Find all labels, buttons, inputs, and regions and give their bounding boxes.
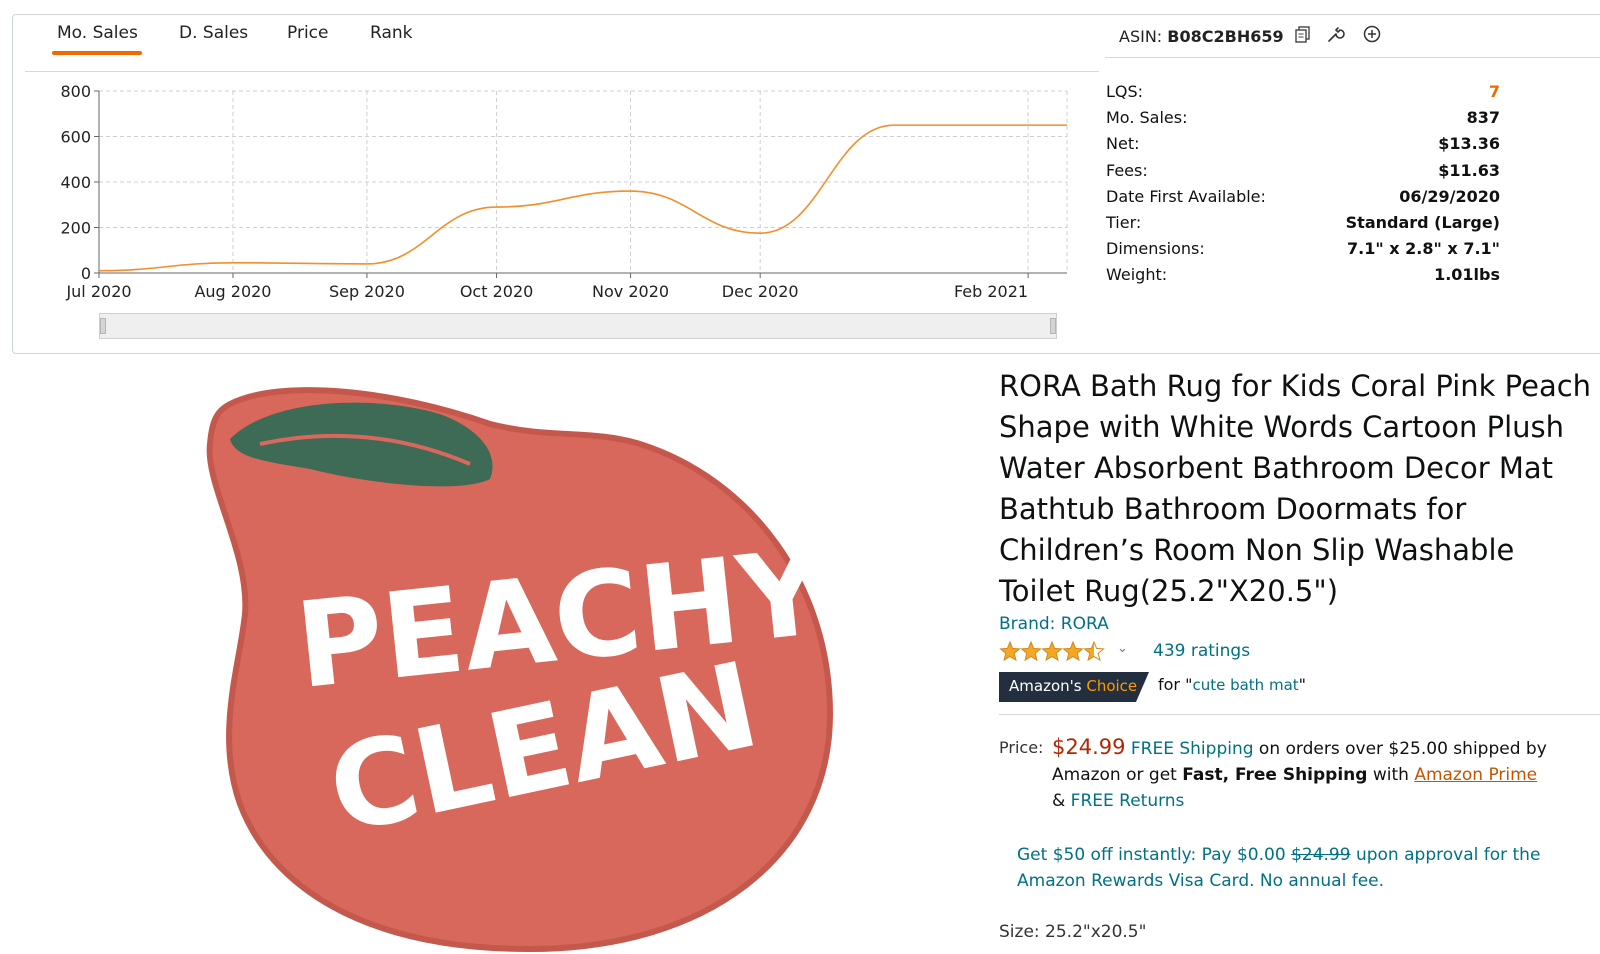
stat-label: Tier: — [1106, 212, 1142, 232]
stat-value: 7 — [1488, 82, 1500, 101]
chart-tabs: Mo. Sales D. Sales Price Rank — [25, 15, 1099, 72]
range-handle-right[interactable] — [1050, 318, 1056, 334]
x-tick-label: Oct 2020 — [460, 282, 533, 301]
x-tick-label: Jul 2020 — [65, 282, 131, 301]
stat-row-dimensions: Dimensions: 7.1" x 2.8" x 7.1" — [1106, 239, 1500, 265]
stat-value: $11.63 — [1438, 160, 1500, 180]
stat-label: Date First Available: — [1106, 186, 1266, 206]
badge-text-choice: Choice — [1086, 677, 1138, 695]
stat-value: Standard (Large) — [1345, 212, 1500, 232]
asin-label: ASIN: — [1119, 27, 1163, 46]
stat-row-mo-sales: Mo. Sales: 837 — [1106, 108, 1500, 134]
active-tab-indicator — [52, 51, 142, 55]
x-tick-label: Nov 2020 — [592, 282, 669, 301]
amazons-choice-badge: Amazon's Choice — [1009, 677, 1137, 695]
x-tick-label: Feb 2021 — [954, 282, 1028, 301]
y-tick-label: 800 — [60, 85, 91, 101]
size-line: Size: 25.2"x20.5" — [999, 922, 1147, 942]
stat-row-net: Net: $13.36 — [1106, 134, 1500, 160]
range-handle-left[interactable] — [100, 318, 106, 334]
sales-series-line — [98, 124, 1067, 272]
stat-label: Fees: — [1106, 160, 1148, 180]
add-circle-icon[interactable] — [1361, 23, 1383, 45]
y-tick-label: 0 — [81, 264, 91, 283]
credit-card-offer[interactable]: Get $50 off instantly: Pay $0.00 $24.99 … — [1017, 842, 1577, 894]
wrench-icon[interactable] — [1324, 23, 1346, 45]
stat-label: Weight: — [1106, 265, 1168, 285]
stat-value: 837 — [1466, 108, 1500, 128]
amazon-prime-link[interactable]: Amazon Prime — [1414, 765, 1537, 785]
stat-value: 7.1" x 2.8" x 7.1" — [1347, 239, 1500, 259]
shipping-with-text: with — [1367, 765, 1415, 785]
choice-for-text: for "cute bath mat" — [1158, 675, 1306, 694]
stat-row-fees: Fees: $11.63 — [1106, 161, 1500, 187]
choice-keyword-link[interactable]: cute bath mat — [1192, 676, 1298, 694]
chevron-down-icon[interactable]: ⌄ — [1117, 641, 1128, 656]
y-tick-label: 200 — [60, 219, 91, 238]
stat-label: Dimensions: — [1106, 239, 1205, 259]
offer-strikethrough-price: $24.99 — [1291, 845, 1351, 865]
asin-text: ASIN: B08C2BH659 — [1119, 27, 1284, 46]
badge-text-amazons: Amazon's — [1009, 677, 1082, 695]
stat-value: 1.01lbs — [1434, 265, 1500, 285]
ratings-count-link[interactable]: 439 ratings — [1153, 641, 1250, 661]
stat-label: Net: — [1106, 134, 1140, 154]
choice-for-suffix: " — [1298, 675, 1306, 694]
x-tick-label: Sep 2020 — [329, 282, 405, 301]
y-tick-label: 600 — [60, 128, 91, 147]
fast-free-shipping-text: Fast, Free Shipping — [1182, 765, 1368, 785]
stat-row-date-first-available: Date First Available: 06/29/2020 — [1106, 187, 1500, 213]
free-shipping-link[interactable]: FREE Shipping — [1131, 739, 1254, 759]
offer-text-pre: Get $50 off instantly: Pay $0.00 — [1017, 845, 1292, 865]
asin-value: B08C2BH659 — [1167, 27, 1284, 46]
choice-for-prefix: for " — [1158, 675, 1193, 694]
asin-bar: ASIN: B08C2BH659 — [1105, 15, 1600, 58]
sales-chart-svg: 0 200 400 600 800 Jul 2020 Aug 2020 Sep 2020 Oct… — [60, 82, 1068, 301]
sales-chart: 0 200 400 600 800 Jul 2020 Aug 2020 Sep 2020 Oct… — [27, 82, 1077, 319]
returns-prefix: & — [1052, 791, 1071, 811]
product-title: RORA Bath Rug for Kids Coral Pink Peach … — [999, 369, 1592, 608]
free-returns-link[interactable]: FREE Returns — [1071, 791, 1185, 811]
y-tick-label: 400 — [60, 173, 91, 192]
x-tick-label: Aug 2020 — [194, 282, 271, 301]
stat-label: Mo. Sales: — [1106, 108, 1188, 128]
stat-row-tier: Tier: Standard (Large) — [1106, 213, 1500, 239]
price-block: $24.99 FREE Shipping on orders over $25.… — [1052, 734, 1600, 814]
product-stats: LQS: 7 Mo. Sales: 837 Net: $13.36 Fees: … — [1106, 82, 1500, 292]
chart-range-scrollbar[interactable] — [99, 313, 1057, 339]
stat-value: 06/29/2020 — [1399, 186, 1500, 206]
tab-price[interactable]: Price — [287, 23, 328, 43]
price-label: Price: — [999, 738, 1044, 757]
stat-value: $13.36 — [1438, 134, 1500, 154]
tab-rank[interactable]: Rank — [370, 23, 412, 43]
tab-mo-sales[interactable]: Mo. Sales — [57, 23, 138, 43]
copy-icon[interactable] — [1292, 23, 1314, 45]
x-tick-label: Dec 2020 — [722, 282, 799, 301]
tab-d-sales[interactable]: D. Sales — [179, 23, 248, 43]
stat-row-weight: Weight: 1.01lbs — [1106, 265, 1500, 291]
brand-link[interactable]: Brand: RORA — [999, 614, 1109, 634]
divider — [999, 714, 1600, 715]
product-image[interactable]: PEACHY CLEAN — [190, 384, 840, 954]
stat-label: LQS: — [1106, 82, 1144, 101]
price-value: $24.99 — [1052, 735, 1126, 759]
stat-row-lqs: LQS: 7 — [1106, 82, 1500, 108]
star-rating-icon[interactable] — [999, 640, 1109, 664]
